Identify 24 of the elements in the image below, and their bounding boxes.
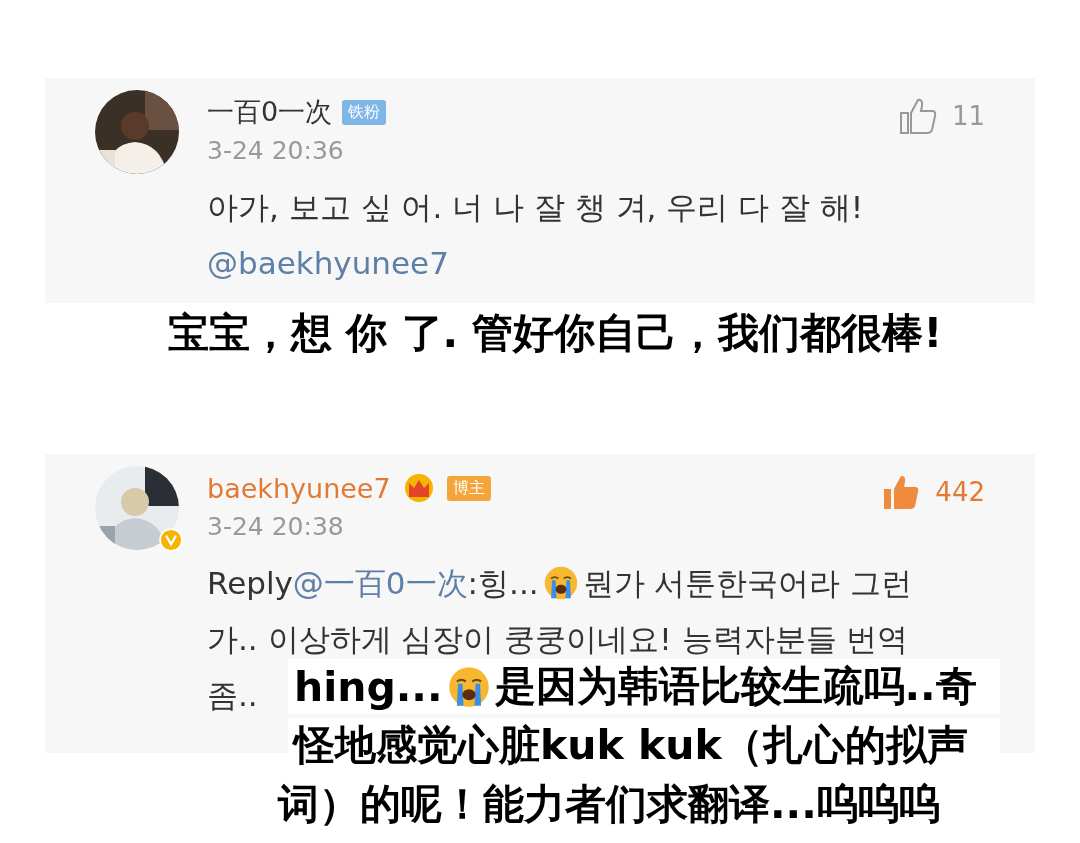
timestamp: 3-24 20:38 xyxy=(207,512,345,541)
thumbs-up-icon[interactable] xyxy=(897,96,938,136)
comment-text: 좀.. xyxy=(207,676,258,715)
timestamp: 3-24 20:36 xyxy=(207,136,345,165)
comment-text: 뭔가 서툰한국어라 그런 xyxy=(582,564,913,603)
username[interactable]: baekhyunee7 xyxy=(207,472,391,504)
caption-text: 是因为韩语比较生疏吗..奇 xyxy=(494,661,977,712)
comment-text: Reply xyxy=(207,564,293,603)
comment-text: 아가, 보고 싶 어. 너 나 잘 챙 겨, 우리 다 잘 해! xyxy=(207,188,864,227)
user-badge: 铁粉 xyxy=(342,99,387,125)
mention-link[interactable]: @一百0一次 xyxy=(292,555,468,611)
username[interactable]: 一百0一次 xyxy=(207,94,333,130)
caption-text: 词）的呢！能力者们求翻译...呜呜呜 xyxy=(278,779,940,830)
comment-text: :힝... xyxy=(467,564,539,603)
mention-link[interactable]: @baekhyunee7 xyxy=(207,235,449,291)
crying-face-icon xyxy=(446,664,491,709)
caption-text: 怪地感觉心脏kuk kuk（扎心的拟声 xyxy=(294,720,968,771)
user-badge: 博主 xyxy=(446,475,491,501)
caption-text: hing... xyxy=(294,662,443,711)
caption-text: 宝宝，想 你 了. 管好你自己，我们都很棒! xyxy=(168,308,943,359)
comment-text: 가.. 이상하게 심장이 쿵쿵이네요! 능력자분들 번역 xyxy=(207,620,909,659)
like-count: 442 xyxy=(935,477,985,507)
crying-face-icon xyxy=(542,565,579,601)
like-count: 11 xyxy=(951,101,985,131)
